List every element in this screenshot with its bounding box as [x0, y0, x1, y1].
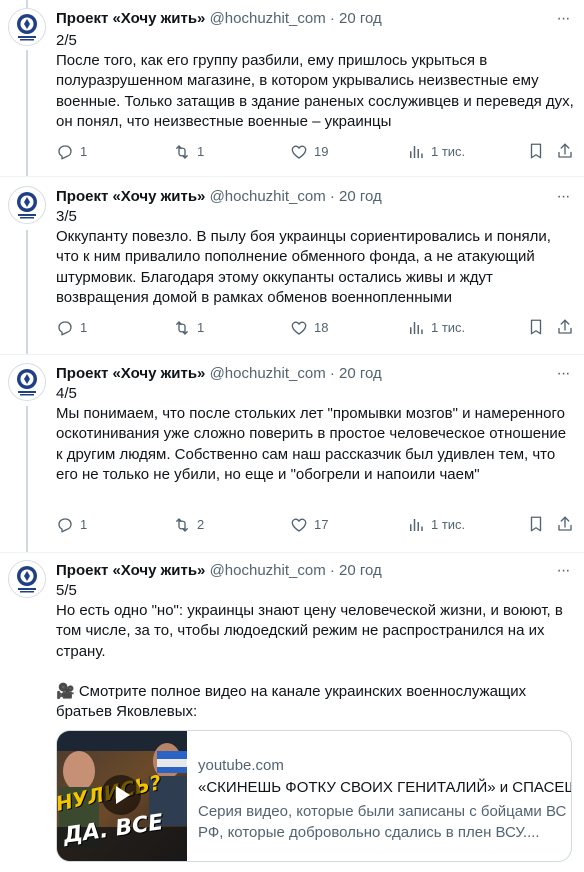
- more-icon[interactable]: ···: [551, 186, 575, 208]
- separator-dot: ·: [329, 188, 335, 205]
- share-icon[interactable]: [556, 515, 574, 535]
- card-description: Серия видео, которые были записаны с бой…: [198, 803, 567, 841]
- timestamp[interactable]: 20 год: [339, 562, 382, 579]
- tweet[interactable]: Проект «Хочу жить» @hochuzhit_com · 20 г…: [0, 186, 584, 354]
- tweet-header: Проект «Хочу жить» @hochuzhit_com · 20 г…: [56, 8, 382, 30]
- avatar[interactable]: [8, 186, 46, 224]
- views-count: 1 тис.: [431, 320, 466, 335]
- reply-count: 1: [80, 517, 88, 532]
- card-domain: youtube.com: [198, 757, 284, 774]
- separator-dot: ·: [329, 10, 335, 27]
- more-icon[interactable]: ···: [551, 8, 575, 30]
- link-preview-card[interactable]: НУЛИСЬ? ДА. ВСЕ youtube.com «СКИНЕШЬ ФОТ…: [56, 730, 572, 862]
- avatar[interactable]: [8, 560, 46, 598]
- tweet-actions: 1 2 17 1 тис.: [56, 515, 576, 535]
- author-name[interactable]: Проект «Хочу жить»: [56, 365, 205, 382]
- like-count: 19: [314, 144, 329, 159]
- author-handle[interactable]: @hochuzhit_com: [210, 365, 326, 382]
- tweet-text: 3/5 Оккупанту повезло. В пылу боя украин…: [56, 208, 551, 306]
- author-handle[interactable]: @hochuzhit_com: [210, 562, 326, 579]
- video-thumbnail[interactable]: НУЛИСЬ? ДА. ВСЕ: [57, 731, 187, 861]
- retweet-count: 1: [197, 320, 205, 335]
- divider: [0, 354, 584, 355]
- separator-dot: ·: [329, 562, 335, 579]
- tweet-text: 4/5 Мы понимаем, что после стольких лет …: [56, 385, 567, 483]
- author-name[interactable]: Проект «Хочу жить»: [56, 188, 205, 205]
- tweet-actions: 1 1 18 1 тис.: [56, 318, 576, 338]
- tweet-text: 2/5 После того, как его группу разбили, …: [56, 32, 574, 130]
- views-count: 1 тис.: [431, 144, 466, 159]
- thread: Проект «Хочу жить» @hochuzhit_com · 20 г…: [0, 0, 584, 872]
- play-icon[interactable]: [101, 775, 141, 815]
- tweet-text: 5/5 Но есть одно "но": украинцы знают це…: [56, 582, 563, 721]
- bookmark-icon[interactable]: [527, 142, 545, 162]
- tweet-header: Проект «Хочу жить» @hochuzhit_com · 20 г…: [56, 560, 382, 582]
- author-name[interactable]: Проект «Хочу жить»: [56, 10, 205, 27]
- separator-dot: ·: [329, 365, 335, 382]
- bookmark-icon[interactable]: [527, 515, 545, 535]
- tweet-actions: 1 1 19 1 тис.: [56, 142, 576, 162]
- tweet-header: Проект «Хочу жить» @hochuzhit_com · 20 г…: [56, 363, 382, 385]
- reply-count: 1: [80, 320, 88, 335]
- like-count: 18: [314, 320, 329, 335]
- author-handle[interactable]: @hochuzhit_com: [210, 188, 326, 205]
- divider: [0, 176, 584, 177]
- share-icon[interactable]: [556, 318, 574, 338]
- timestamp[interactable]: 20 год: [339, 188, 382, 205]
- tweet[interactable]: Проект «Хочу жить» @hochuzhit_com · 20 г…: [0, 8, 584, 176]
- timestamp[interactable]: 20 год: [339, 365, 382, 382]
- bookmark-icon[interactable]: [527, 318, 545, 338]
- avatar[interactable]: [8, 8, 46, 46]
- more-icon[interactable]: ···: [551, 560, 575, 582]
- author-handle[interactable]: @hochuzhit_com: [210, 10, 326, 27]
- share-icon[interactable]: [556, 142, 574, 162]
- thread-connector: [26, 0, 28, 8]
- retweet-count: 2: [197, 517, 205, 532]
- divider: [0, 552, 584, 553]
- card-title: «СКИНЕШЬ ФОТКУ СВОИХ ГЕНИТАЛИЙ» и СПАСЕШ: [198, 779, 572, 796]
- retweet-count: 1: [197, 144, 205, 159]
- timestamp[interactable]: 20 год: [339, 10, 382, 27]
- tweet-header: Проект «Хочу жить» @hochuzhit_com · 20 г…: [56, 186, 382, 208]
- author-name[interactable]: Проект «Хочу жить»: [56, 562, 205, 579]
- tweet[interactable]: Проект «Хочу жить» @hochuzhit_com · 20 г…: [0, 363, 584, 553]
- reply-count: 1: [80, 144, 88, 159]
- like-count: 17: [314, 517, 329, 532]
- more-icon[interactable]: ···: [551, 363, 575, 385]
- avatar[interactable]: [8, 363, 46, 401]
- views-count: 1 тис.: [431, 517, 466, 532]
